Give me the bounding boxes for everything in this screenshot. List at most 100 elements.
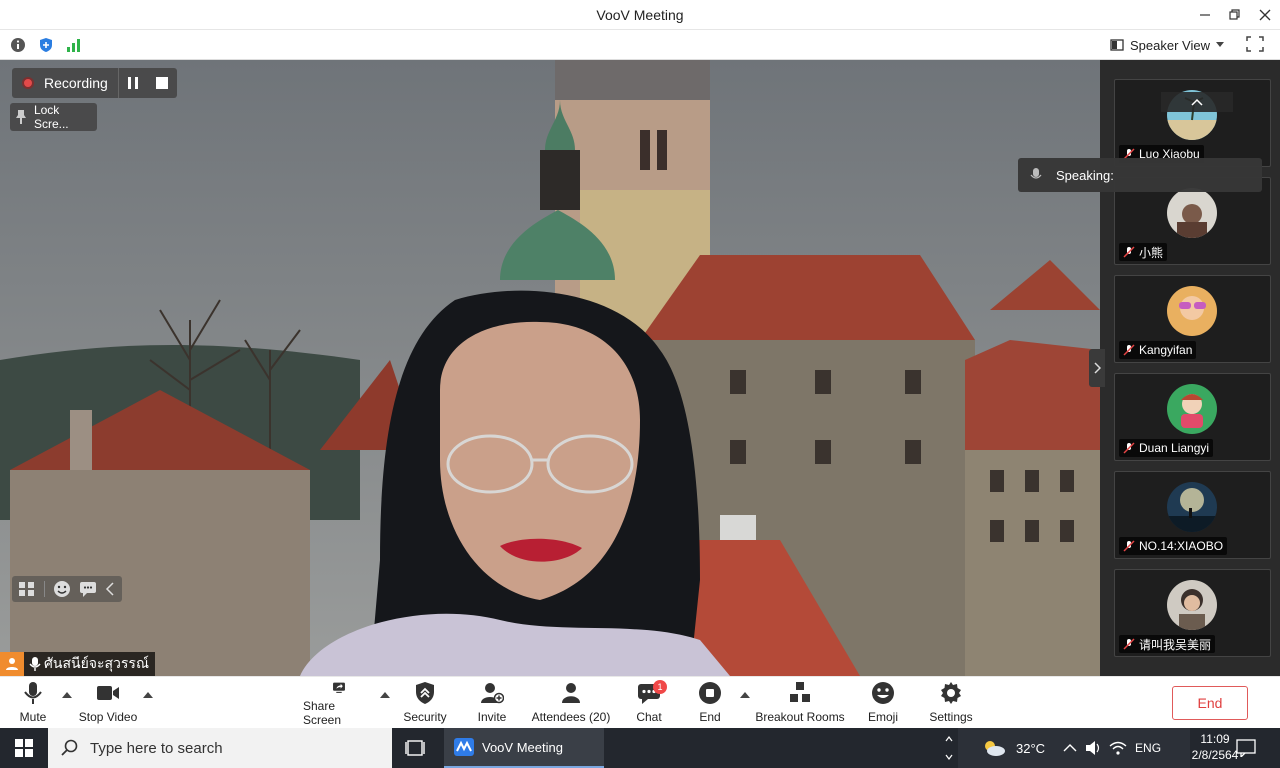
- stop-video-label: Stop Video: [78, 710, 138, 724]
- chevron-up-icon[interactable]: [380, 691, 390, 699]
- temperature: 32°C: [1016, 740, 1046, 756]
- start-button[interactable]: [0, 728, 48, 768]
- language-indicator[interactable]: ENG: [1135, 741, 1161, 755]
- collapse-panel-handle[interactable]: [1089, 349, 1105, 387]
- chevron-down-icon: [1215, 42, 1224, 47]
- avatar: [1167, 188, 1217, 238]
- shield-icon[interactable]: [38, 37, 54, 53]
- stop-recording-icon[interactable]: [155, 76, 169, 93]
- notifications-icon[interactable]: [1236, 728, 1260, 768]
- title-bar: VooV Meeting: [0, 0, 1280, 30]
- participant-name: 请叫我吴美丽: [1139, 637, 1212, 652]
- speaker-icon[interactable]: [1085, 740, 1103, 756]
- participant-tile[interactable]: Luo Xiaobu: [1114, 79, 1271, 167]
- weather-cloud-icon: [985, 741, 1005, 756]
- divider: [44, 581, 45, 597]
- search-icon: [61, 739, 78, 756]
- taskbar-app-voov[interactable]: VooV Meeting: [444, 728, 604, 768]
- settings-button[interactable]: Settings: [927, 681, 975, 727]
- scroll-arrows-icon: [945, 736, 953, 760]
- virtual-background: [0, 60, 1100, 676]
- mute-button[interactable]: Mute: [14, 681, 52, 727]
- main-speaker-name: ศันสนีย์จะสุวรรณ์: [44, 655, 149, 671]
- invite-button[interactable]: Invite: [474, 681, 510, 727]
- stop-video-button[interactable]: Stop Video: [76, 681, 140, 727]
- close-icon[interactable]: [1255, 5, 1275, 25]
- chat-label: Chat: [636, 710, 662, 724]
- participant-label: Duan Liangyi: [1119, 439, 1214, 457]
- chevron-up-icon[interactable]: [143, 691, 153, 699]
- security-button[interactable]: Security: [401, 681, 449, 727]
- search-placeholder: Type here to search: [90, 739, 223, 757]
- security-label: Security: [403, 710, 447, 724]
- chevron-left-icon[interactable]: [105, 582, 115, 596]
- participant-tile[interactable]: Duan Liangyi: [1114, 373, 1271, 461]
- view-label: Speaker View: [1130, 37, 1210, 53]
- chevron-up-icon[interactable]: [1063, 743, 1077, 753]
- breakout-rooms-button[interactable]: Breakout Rooms: [754, 681, 846, 727]
- pin-icon: [16, 110, 26, 124]
- attendees-icon: [562, 683, 580, 703]
- tray-scroll[interactable]: [944, 728, 954, 768]
- restore-icon[interactable]: [1225, 5, 1245, 25]
- pause-icon[interactable]: [126, 76, 140, 93]
- muted-mic-icon: [1123, 344, 1135, 356]
- muted-mic-icon: [1123, 246, 1135, 258]
- muted-mic-icon: [1123, 638, 1135, 650]
- emoji-small-icon[interactable]: [53, 580, 71, 598]
- taskbar-search[interactable]: Type here to search: [48, 728, 392, 768]
- chevron-right-icon: [1094, 362, 1101, 374]
- main-video[interactable]: [0, 60, 1100, 676]
- video-mini-toolbar: [12, 576, 122, 602]
- participant-name: Kangyifan: [1139, 343, 1193, 357]
- emoji-label: Emoji: [867, 710, 898, 724]
- breakout-rooms-icon: [790, 682, 810, 702]
- wifi-icon[interactable]: [1109, 740, 1127, 756]
- video-camera-icon: [97, 686, 119, 700]
- info-icon[interactable]: [10, 37, 26, 53]
- speaker-view-dropdown[interactable]: Speaker View: [1104, 34, 1232, 56]
- system-tray: 32°C ENG: [958, 728, 1190, 768]
- fullscreen-icon[interactable]: [1246, 36, 1266, 54]
- participant-tile[interactable]: NO.14:XIAOBO: [1114, 471, 1271, 559]
- share-screen-icon: [333, 682, 345, 693]
- grid-icon[interactable]: [18, 581, 36, 597]
- share-screen-button[interactable]: Share Screen: [303, 681, 375, 727]
- attendees-button[interactable]: Attendees (20): [529, 681, 613, 727]
- minimize-icon[interactable]: [1195, 5, 1215, 25]
- lock-screen-button[interactable]: Lock Scre...: [10, 103, 97, 131]
- emoji-button[interactable]: Emoji: [864, 681, 902, 727]
- avatar: [1167, 482, 1217, 532]
- participant-name: Duan Liangyi: [1139, 441, 1210, 455]
- end-meeting-button[interactable]: End: [1172, 686, 1248, 720]
- clock[interactable]: 11:09 2/8/2564: [1190, 731, 1240, 763]
- taskbar: Type here to search VooV Meeting 32°C EN…: [0, 728, 1280, 768]
- avatar: [1167, 580, 1217, 630]
- chevron-up-icon[interactable]: [62, 691, 72, 699]
- chat-small-icon[interactable]: [79, 581, 97, 597]
- mic-icon: [29, 657, 41, 671]
- settings-label: Settings: [929, 710, 973, 724]
- clock-date: 2/8/2564: [1191, 748, 1239, 762]
- voov-logo-icon: [454, 738, 474, 756]
- clock-time: 11:09: [1200, 732, 1230, 746]
- signal-icon[interactable]: [66, 37, 82, 53]
- stop-circle-icon: [699, 682, 721, 704]
- chevron-up-icon[interactable]: [740, 691, 750, 699]
- recording-label: Recording: [44, 75, 108, 91]
- muted-mic-icon: [1123, 442, 1135, 454]
- person-icon: [0, 652, 24, 676]
- emoji-icon: [872, 682, 894, 704]
- end-recording-button[interactable]: End: [694, 681, 726, 727]
- recording-dot-icon: [22, 77, 34, 89]
- meeting-info-bar: Speaker View: [0, 30, 1280, 60]
- mic-icon: [24, 682, 42, 704]
- participant-label: NO.14:XIAOBO: [1119, 537, 1228, 555]
- participant-tile[interactable]: 请叫我吴美丽: [1114, 569, 1271, 657]
- muted-mic-icon: [1123, 540, 1135, 552]
- scroll-up-button[interactable]: [1161, 92, 1233, 112]
- lock-screen-label: Lock Scre...: [33, 103, 69, 131]
- mic-icon: [1030, 168, 1042, 179]
- task-view-icon[interactable]: [402, 736, 430, 760]
- participant-tile[interactable]: Kangyifan: [1114, 275, 1271, 363]
